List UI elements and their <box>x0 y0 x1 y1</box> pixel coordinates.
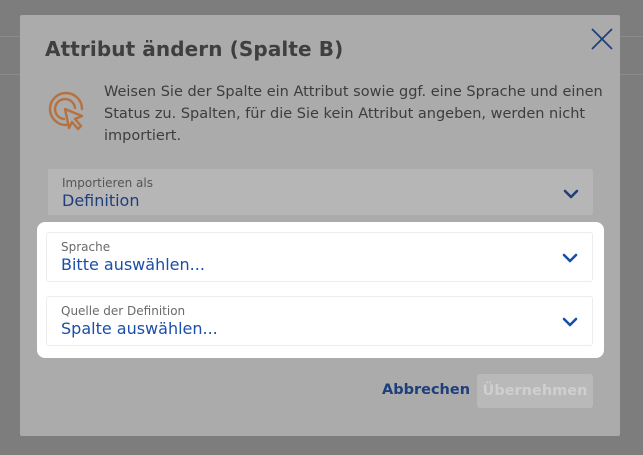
background-divider <box>0 74 20 75</box>
language-value: Bitte auswählen... <box>61 255 205 274</box>
language-label: Sprache <box>61 240 111 254</box>
apply-button[interactable]: Übernehmen <box>477 374 593 408</box>
language-select[interactable]: Sprache Bitte auswählen... <box>47 233 592 281</box>
dialog-title: Attribut ändern (Spalte B) <box>45 37 344 61</box>
chevron-down-icon <box>562 253 578 263</box>
chevron-down-icon <box>563 189 579 199</box>
close-button[interactable] <box>588 25 616 53</box>
dialog-description: Weisen Sie der Spalte ein Attribut sowie… <box>104 84 603 144</box>
import-as-value: Definition <box>62 191 140 210</box>
cancel-button[interactable]: Abbrechen <box>382 382 470 398</box>
background-divider <box>620 74 643 75</box>
background-divider <box>620 36 643 37</box>
background-divider <box>0 36 20 37</box>
close-icon <box>591 28 613 50</box>
cursor-click-icon <box>48 91 84 131</box>
definition-source-value: Spalte auswählen... <box>61 319 218 338</box>
definition-source-select[interactable]: Quelle der Definition Spalte auswählen..… <box>47 297 592 345</box>
chevron-down-icon <box>562 317 578 327</box>
import-as-label: Importieren als <box>62 176 153 190</box>
definition-source-label: Quelle der Definition <box>61 304 186 318</box>
import-as-select[interactable]: Importieren als Definition <box>48 169 593 215</box>
